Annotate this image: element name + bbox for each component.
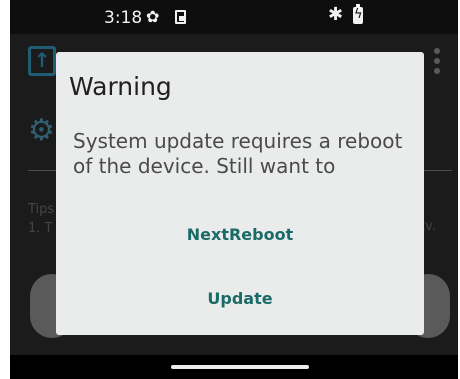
tips-heading: Tips xyxy=(28,202,55,217)
next-reboot-button[interactable]: NextReboot xyxy=(56,225,424,244)
system-update-icon: ↑ xyxy=(28,46,56,76)
tips-line: 1. T xyxy=(28,221,53,236)
navigation-bar xyxy=(10,355,458,379)
dialog-message: System update requires a reboot of the d… xyxy=(73,129,403,178)
settings-gear-icon: ⚙ xyxy=(28,113,55,148)
update-button[interactable]: Update xyxy=(56,289,424,308)
status-bar: 3:18 ✿ ✱ xyxy=(10,0,458,34)
tips-text: Tips 1. T xyxy=(28,200,54,238)
home-gesture-handle[interactable] xyxy=(171,365,309,369)
overflow-menu-icon[interactable] xyxy=(434,48,440,78)
sd-card-icon xyxy=(175,10,186,24)
bluetooth-icon: ✱ xyxy=(328,4,344,25)
warning-dialog: Warning System update requires a reboot … xyxy=(56,52,424,335)
settings-icon: ✿ xyxy=(146,7,160,26)
dialog-title: Warning xyxy=(69,72,172,101)
battery-charging-icon xyxy=(353,4,363,24)
device-screen: 3:18 ✿ ✱ ↑ ⚙ Tips 1. T tv. Warning Syste… xyxy=(10,0,458,379)
status-time: 3:18 xyxy=(104,8,143,28)
